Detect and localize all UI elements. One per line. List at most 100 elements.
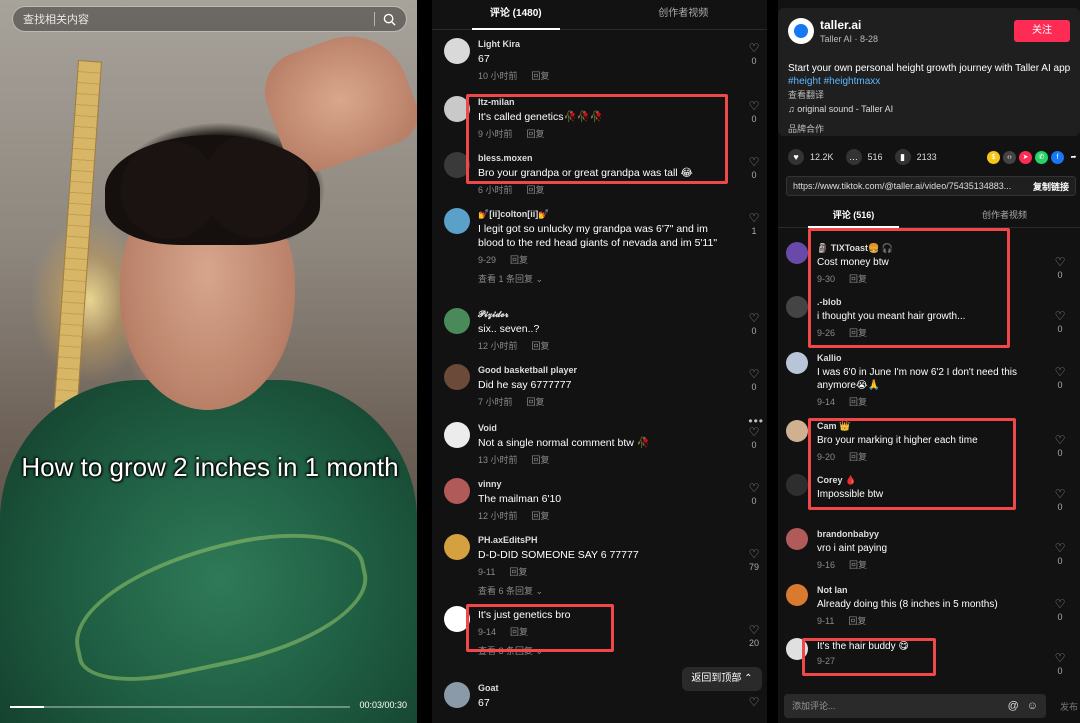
send-icon[interactable]: ➤ [1019,150,1032,164]
like-button[interactable]: ♡ 0 [744,156,764,180]
comment-username[interactable]: Not Ian [817,584,1056,596]
facebook-icon[interactable]: f [1051,150,1064,164]
like-button[interactable]: ♡ 79 [744,548,764,572]
comment-username[interactable]: vinny [478,478,744,490]
reply-button[interactable]: 回复 [849,560,867,570]
avatar[interactable] [786,528,808,550]
emoji-icon[interactable]: ☺ [1027,700,1038,712]
comment-username[interactable]: Cam 👑 [817,420,1056,432]
like-button[interactable]: ♡ 0 [744,482,764,506]
avatar[interactable] [444,364,470,390]
like-button[interactable]: ♡ 0 [744,100,764,124]
avatar[interactable] [444,152,470,178]
reply-button[interactable]: 回复 [849,452,867,462]
reply-button[interactable]: 回复 [532,511,550,521]
reply-button[interactable]: 回复 [532,341,550,351]
reply-button[interactable]: 回复 [527,129,545,139]
sound-link[interactable]: ♫ original sound - Taller AI [788,104,893,114]
avatar[interactable] [444,606,470,632]
reply-button[interactable]: 回复 [510,627,528,637]
reply-button[interactable]: 回复 [532,71,550,81]
tab-creator-videos[interactable]: 创作者视频 [929,204,1080,227]
reply-button[interactable]: 回复 [849,397,867,407]
like-button[interactable]: ♡ 0 [1050,598,1070,622]
comment-username[interactable]: bless.moxen [478,152,744,164]
like-button[interactable]: ♡ 20 [744,624,764,648]
comment-input[interactable] [792,701,1000,711]
like-button[interactable]: ♡ 0 [744,426,764,450]
comment-action[interactable]: … 516 [845,149,883,165]
comment-username[interactable]: Void [478,422,744,434]
like-button[interactable]: ♡ 0 [1050,652,1070,676]
avatar[interactable] [786,296,808,318]
comment-username[interactable]: .-blob [817,296,1056,308]
like-button[interactable]: ♡ [744,696,764,708]
avatar[interactable] [786,584,808,606]
reply-button[interactable]: 回复 [527,185,545,195]
like-button[interactable]: ♡ 0 [1050,256,1070,280]
avatar[interactable] [444,308,470,334]
mention-icon[interactable]: @ [1008,700,1019,712]
author-name[interactable]: taller.ai [820,18,861,32]
avatar[interactable] [444,96,470,122]
like-button[interactable]: ♡ 0 [1050,542,1070,566]
avatar[interactable] [444,478,470,504]
view-replies-link[interactable]: 查看 1 条回复 ⌄ [478,272,728,285]
coin-icon[interactable]: $ [987,150,1000,164]
reply-button[interactable]: 回复 [510,255,528,265]
comment-username[interactable]: 𝓟𝓲𝔃𝓲𝓭𝓮𝓻 [478,308,744,320]
reply-button[interactable]: 回复 [849,274,867,284]
like-button[interactable]: ♡ 0 [1050,366,1070,390]
like-button[interactable]: ♡ 0 [1050,488,1070,512]
avatar[interactable] [444,208,470,234]
like-button[interactable]: ♡ 0 [744,368,764,392]
avatar[interactable] [444,682,470,708]
avatar[interactable] [786,242,808,264]
comment-username[interactable]: Itz-milan [478,96,744,108]
tab-comments[interactable]: 评论 (516) [778,204,929,228]
whatsapp-icon[interactable]: ✆ [1035,150,1048,164]
like-button[interactable]: ♡ 0 [744,42,764,66]
reply-button[interactable]: 回复 [532,455,550,465]
post-button[interactable]: 发布 [1060,700,1078,713]
avatar[interactable] [444,38,470,64]
like-button[interactable]: ♡ 1 [744,212,764,236]
copy-link-button[interactable]: 复制链接 [1033,180,1069,193]
avatar[interactable] [786,352,808,374]
comment-username[interactable]: Good basketball player [478,364,744,376]
follow-button[interactable]: 关注 [1014,20,1070,42]
share-arrow-icon[interactable]: ➦ [1067,151,1080,164]
comment-username[interactable]: 🗿 TIXToast🍔 🎧 [817,242,1056,254]
avatar[interactable] [444,422,470,448]
avatar[interactable] [786,474,808,496]
reply-button[interactable]: 回复 [849,328,867,338]
like-button[interactable]: ♡ 0 [744,312,764,336]
avatar[interactable] [786,420,808,442]
tab-creator-videos[interactable]: 创作者视频 [600,0,768,29]
embed-icon[interactable]: ‹› [1003,150,1016,164]
avatar[interactable] [786,638,808,660]
comment-username[interactable]: Kallio [817,352,1056,364]
search-placeholder[interactable]: 查找相关内容 [23,11,374,27]
search-icon[interactable] [383,13,396,26]
video-player[interactable]: 查找相关内容 How to grow 2 inches in 1 month 0… [0,0,417,723]
author-avatar[interactable] [788,18,814,44]
view-replies-link[interactable]: 查看 6 条回复 ⌄ [478,584,744,597]
avatar[interactable] [444,534,470,560]
comment-username[interactable]: Corey 🩸 [817,474,1056,486]
tab-comments[interactable]: 评论 (1480) [432,0,600,30]
reply-button[interactable]: 回复 [527,397,545,407]
comment-username[interactable]: 💅[ii]colton[ii]💅 [478,208,728,220]
hashtags[interactable]: #height #heightmaxx [788,76,880,87]
comment-username[interactable]: PH.axEditsPH [478,534,744,546]
like-action[interactable]: ♥ 12.2K [788,149,834,165]
comment-username[interactable]: brandonbabyy [817,528,1056,540]
reply-button[interactable]: 回复 [848,616,866,626]
save-action[interactable]: ▮ 2133 [894,149,937,165]
video-progress-bar[interactable] [10,706,350,708]
back-to-top-button[interactable]: 返回到顶部 ⌃ [682,667,762,691]
view-replies-link[interactable]: 查看 3 条回复 ⌄ [478,644,744,657]
translate-link[interactable]: 查看翻译 [788,88,824,101]
like-button[interactable]: ♡ 0 [1050,310,1070,334]
reply-button[interactable]: 回复 [509,567,527,577]
